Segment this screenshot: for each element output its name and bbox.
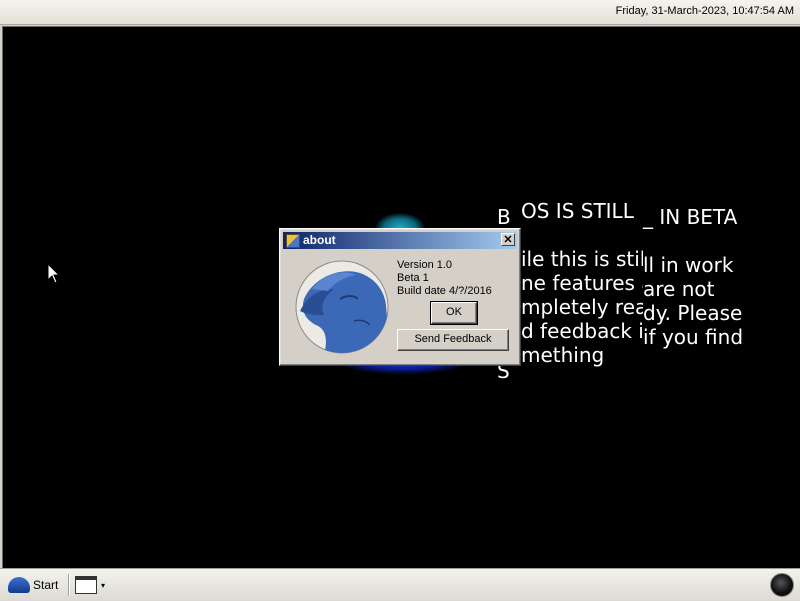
beta-line-right: are not — [643, 277, 715, 301]
taskbar-separator — [68, 574, 69, 596]
beta-label: Beta 1 — [397, 272, 429, 284]
build-date-label: Build date 4/?/2016 — [397, 285, 492, 297]
version-info: Version 1.0 Beta 1 Build date 4/?/2016 — [397, 259, 492, 298]
chevron-down-icon: ▾ — [101, 581, 106, 590]
beta-line-right: dy. Please — [643, 301, 743, 325]
start-label: Start — [33, 578, 59, 592]
clock: Friday, 31-March-2023, 10:47:54 AM — [615, 5, 794, 17]
app-icon — [286, 234, 300, 248]
window-list-button[interactable]: ▾ — [73, 573, 111, 597]
close-button[interactable]: ✕ — [501, 233, 515, 246]
beta-title-back: B — [497, 205, 511, 229]
beta-line-right: ll in work — [643, 253, 734, 277]
window-icon — [75, 576, 97, 594]
ok-button[interactable]: OK — [430, 301, 478, 325]
beta-title-right: _ IN BETA — [643, 205, 738, 229]
beta-message-right: _ IN BETA ll in work are not dy. Please … — [643, 205, 744, 349]
top-menu-bar: Friday, 31-March-2023, 10:47:54 AM — [0, 0, 800, 25]
version-label: Version 1.0 — [397, 259, 453, 271]
taskbar: Start ▾ — [0, 568, 800, 601]
tray-orb-icon[interactable] — [770, 573, 794, 597]
about-dialog: about ✕ Version 1.0 Beta 1 Build date 4/… — [279, 228, 521, 366]
pony-logo-icon — [295, 260, 389, 354]
start-button[interactable]: Start — [8, 573, 58, 597]
send-feedback-button[interactable]: Send Feedback — [397, 329, 509, 351]
mouse-cursor-icon — [47, 263, 61, 284]
dialog-titlebar[interactable]: about ✕ — [283, 232, 517, 249]
start-logo-icon — [8, 577, 30, 593]
beta-line-right: if you find — [643, 325, 744, 349]
dialog-title: about — [303, 233, 336, 247]
